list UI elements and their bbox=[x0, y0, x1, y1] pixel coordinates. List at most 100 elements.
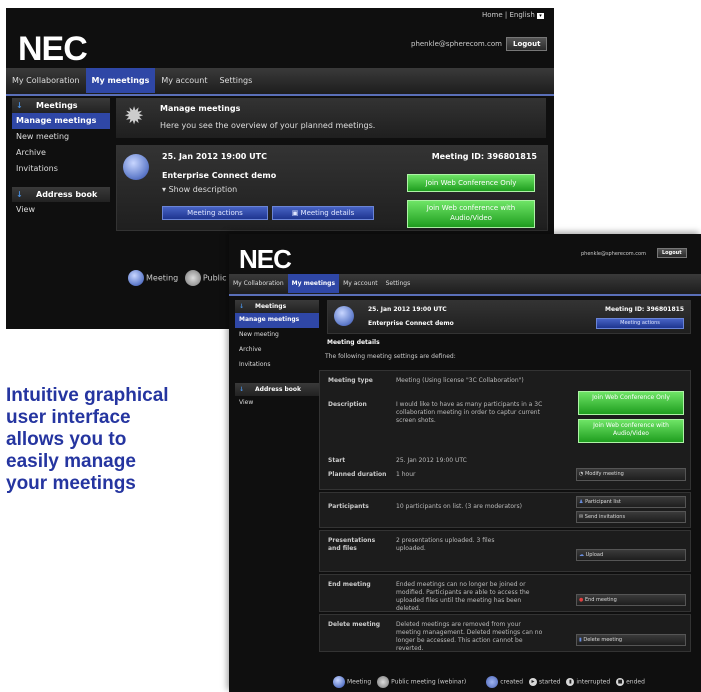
meeting-type-value: Meeting (Using license "3C Collaboration… bbox=[396, 377, 524, 384]
sidebar-item-archive[interactable]: Archive bbox=[12, 145, 110, 161]
end-meeting-block: End meeting Ended meetings can no longer… bbox=[319, 574, 691, 612]
meeting-details-button[interactable]: ▣ Meeting details bbox=[272, 206, 374, 220]
tab-my-collaboration[interactable]: My Collaboration bbox=[229, 274, 288, 293]
tab-my-meetings[interactable]: My meetings bbox=[287, 274, 340, 293]
meeting-card: 25. Jan 2012 19:00 UTC Meeting ID: 39680… bbox=[116, 145, 548, 231]
join-web-conference-only-button[interactable]: Join Web Conference Only bbox=[578, 391, 684, 415]
logout-button[interactable]: Logout bbox=[506, 37, 548, 51]
meeting-id: Meeting ID: 396801815 bbox=[431, 152, 537, 161]
show-description-toggle[interactable]: ▾ Show description bbox=[162, 185, 237, 194]
delete-meeting-button[interactable]: ▮ Delete meeting bbox=[576, 634, 686, 646]
sidebar-address-header[interactable]: ↓ Address book bbox=[12, 187, 110, 202]
delete-meeting-label: Delete meeting bbox=[328, 621, 381, 628]
page-subtitle: Here you see the overview of your planne… bbox=[160, 121, 376, 130]
participants-value: 10 participants on list. (3 are moderato… bbox=[396, 503, 522, 510]
sidebar-item-invitations[interactable]: Invitations bbox=[235, 358, 319, 373]
meeting-id: Meeting ID: 396801815 bbox=[605, 306, 684, 313]
main-nav: My Collaboration My meetings My account Set… bbox=[229, 274, 701, 296]
tab-my-meetings[interactable]: My meetings bbox=[85, 68, 156, 93]
sidebar-address-header[interactable]: ↓ Address book bbox=[235, 383, 319, 396]
upload-button[interactable]: ☁ Upload bbox=[576, 549, 686, 561]
send-invitations-button[interactable]: ✉ Send invitations bbox=[576, 511, 686, 523]
stop-icon: ■ bbox=[616, 678, 625, 686]
public-meeting-icon bbox=[184, 270, 201, 286]
meeting-type-label: Meeting type bbox=[328, 377, 373, 384]
meeting-legend: Meeting Public bbox=[124, 270, 227, 286]
tab-my-account[interactable]: My account bbox=[155, 68, 213, 93]
sidebar-item-invitations[interactable]: Invitations bbox=[12, 161, 110, 177]
logout-button[interactable]: Logout bbox=[657, 248, 687, 258]
caption-line: easily manage bbox=[6, 451, 136, 472]
user-email: phenkle@spherecom.com bbox=[411, 40, 502, 48]
details-icon: ▣ bbox=[291, 209, 301, 217]
participants-label: Participants bbox=[328, 503, 369, 510]
sidebar: ↓ Meetings Manage meetings New meeting Ar… bbox=[12, 98, 110, 218]
arrow-down-icon: ↓ bbox=[239, 386, 245, 393]
start-value: 25. Jan 2012 19:00 UTC bbox=[396, 457, 467, 464]
nec-logo: NEC bbox=[18, 30, 88, 68]
details-title: Meeting details bbox=[327, 339, 380, 346]
meeting-date: 25. Jan 2012 19:00 UTC bbox=[368, 306, 447, 313]
duration-label: Planned duration bbox=[328, 471, 387, 478]
delete-meeting-block: Delete meeting Deleted meetings are remo… bbox=[319, 614, 691, 652]
sidebar-item-archive[interactable]: Archive bbox=[235, 343, 319, 358]
meeting-header: 25. Jan 2012 19:00 UTC Meeting ID: 39680… bbox=[327, 300, 691, 334]
meeting-icon bbox=[123, 154, 149, 180]
participant-list-button[interactable]: ♟ Participant list bbox=[576, 496, 686, 508]
join-web-conference-av-button[interactable]: Join Web conference with Audio/Video bbox=[578, 419, 684, 443]
sidebar-item-manage-meetings[interactable]: Manage meetings bbox=[12, 113, 110, 129]
sidebar-item-new-meeting[interactable]: New meeting bbox=[235, 328, 319, 343]
gear-icon: ✹ bbox=[124, 102, 145, 130]
end-meeting-button[interactable]: ● End meeting bbox=[576, 594, 686, 606]
meeting-date: 25. Jan 2012 19:00 UTC bbox=[162, 152, 267, 161]
meeting-name: Enterprise Connect demo bbox=[368, 320, 454, 327]
meeting-actions-button[interactable]: Meeting actions bbox=[596, 318, 684, 329]
upload-icon: ☁ bbox=[579, 552, 586, 558]
delete-meeting-value: Deleted meetings are removed from your m… bbox=[396, 621, 543, 652]
caption-line: Intuitive graphical bbox=[6, 385, 169, 406]
sidebar-meetings-header[interactable]: ↓ Meetings bbox=[12, 98, 110, 113]
main-nav: My Collaboration My meetings My account Set… bbox=[6, 68, 554, 96]
participants-block: Participants 10 participants on list. (3… bbox=[319, 492, 691, 528]
caption-line: your meetings bbox=[6, 473, 136, 494]
tab-my-collaboration[interactable]: My Collaboration bbox=[6, 68, 86, 93]
tab-settings[interactable]: Settings bbox=[213, 68, 258, 93]
sidebar-item-new-meeting[interactable]: New meeting bbox=[12, 129, 110, 145]
start-label: Start bbox=[328, 457, 346, 464]
description-value: I would like to have as many participant… bbox=[396, 401, 543, 424]
join-web-conference-only-button[interactable]: Join Web Conference Only bbox=[407, 174, 535, 192]
sidebar-item-view[interactable]: View bbox=[12, 202, 110, 218]
end-meeting-label: End meeting bbox=[328, 581, 371, 588]
arrow-down-icon: ↓ bbox=[16, 190, 23, 199]
sidebar-meetings-header[interactable]: ↓ Meetings bbox=[235, 300, 319, 313]
marketing-caption: Intuitive graphical user interface allow… bbox=[6, 385, 169, 495]
meeting-details-screenshot: NEC phenkle@spherecom.com Logout My Coll… bbox=[229, 234, 701, 692]
details-intro: The following meeting settings are defin… bbox=[325, 353, 456, 360]
tab-settings[interactable]: Settings bbox=[382, 274, 415, 293]
page-title: Manage meetings bbox=[160, 104, 241, 113]
meeting-type-icon bbox=[333, 676, 345, 688]
manage-header-panel: ✹ Manage meetings Here you see the overv… bbox=[116, 98, 546, 138]
sidebar-item-manage-meetings[interactable]: Manage meetings bbox=[235, 313, 319, 328]
user-email: phenkle@spherecom.com bbox=[581, 251, 646, 257]
meeting-legend: Meeting Public meeting (webinar) created… bbox=[329, 676, 645, 688]
meeting-type-icon bbox=[128, 270, 144, 286]
sidebar: ↓ Meetings Manage meetings New meeting Ar… bbox=[235, 300, 319, 411]
caption-line: user interface bbox=[6, 407, 131, 428]
modify-meeting-button[interactable]: ◔ Modify meeting bbox=[576, 468, 686, 481]
language-dropdown-icon[interactable]: ▾ bbox=[537, 13, 544, 19]
meeting-settings-block: Meeting type Meeting (Using license "3C … bbox=[319, 370, 691, 490]
meeting-actions-button[interactable]: Meeting actions bbox=[162, 206, 268, 220]
presentations-block: Presentations and files 2 presentations … bbox=[319, 530, 691, 572]
meeting-name: Enterprise Connect demo bbox=[162, 171, 277, 180]
play-icon: ▸ bbox=[528, 678, 537, 686]
join-web-conference-av-button[interactable]: Join Web conference with Audio/Video bbox=[407, 200, 535, 228]
tab-my-account[interactable]: My account bbox=[339, 274, 382, 293]
arrow-down-icon: ↓ bbox=[239, 303, 245, 310]
public-meeting-icon bbox=[377, 676, 390, 688]
meeting-icon bbox=[334, 306, 354, 326]
created-status-icon bbox=[486, 676, 499, 688]
sidebar-item-view[interactable]: View bbox=[235, 396, 319, 411]
arrow-down-icon: ↓ bbox=[16, 101, 23, 110]
top-links[interactable]: Home | English ▾ bbox=[482, 11, 544, 19]
